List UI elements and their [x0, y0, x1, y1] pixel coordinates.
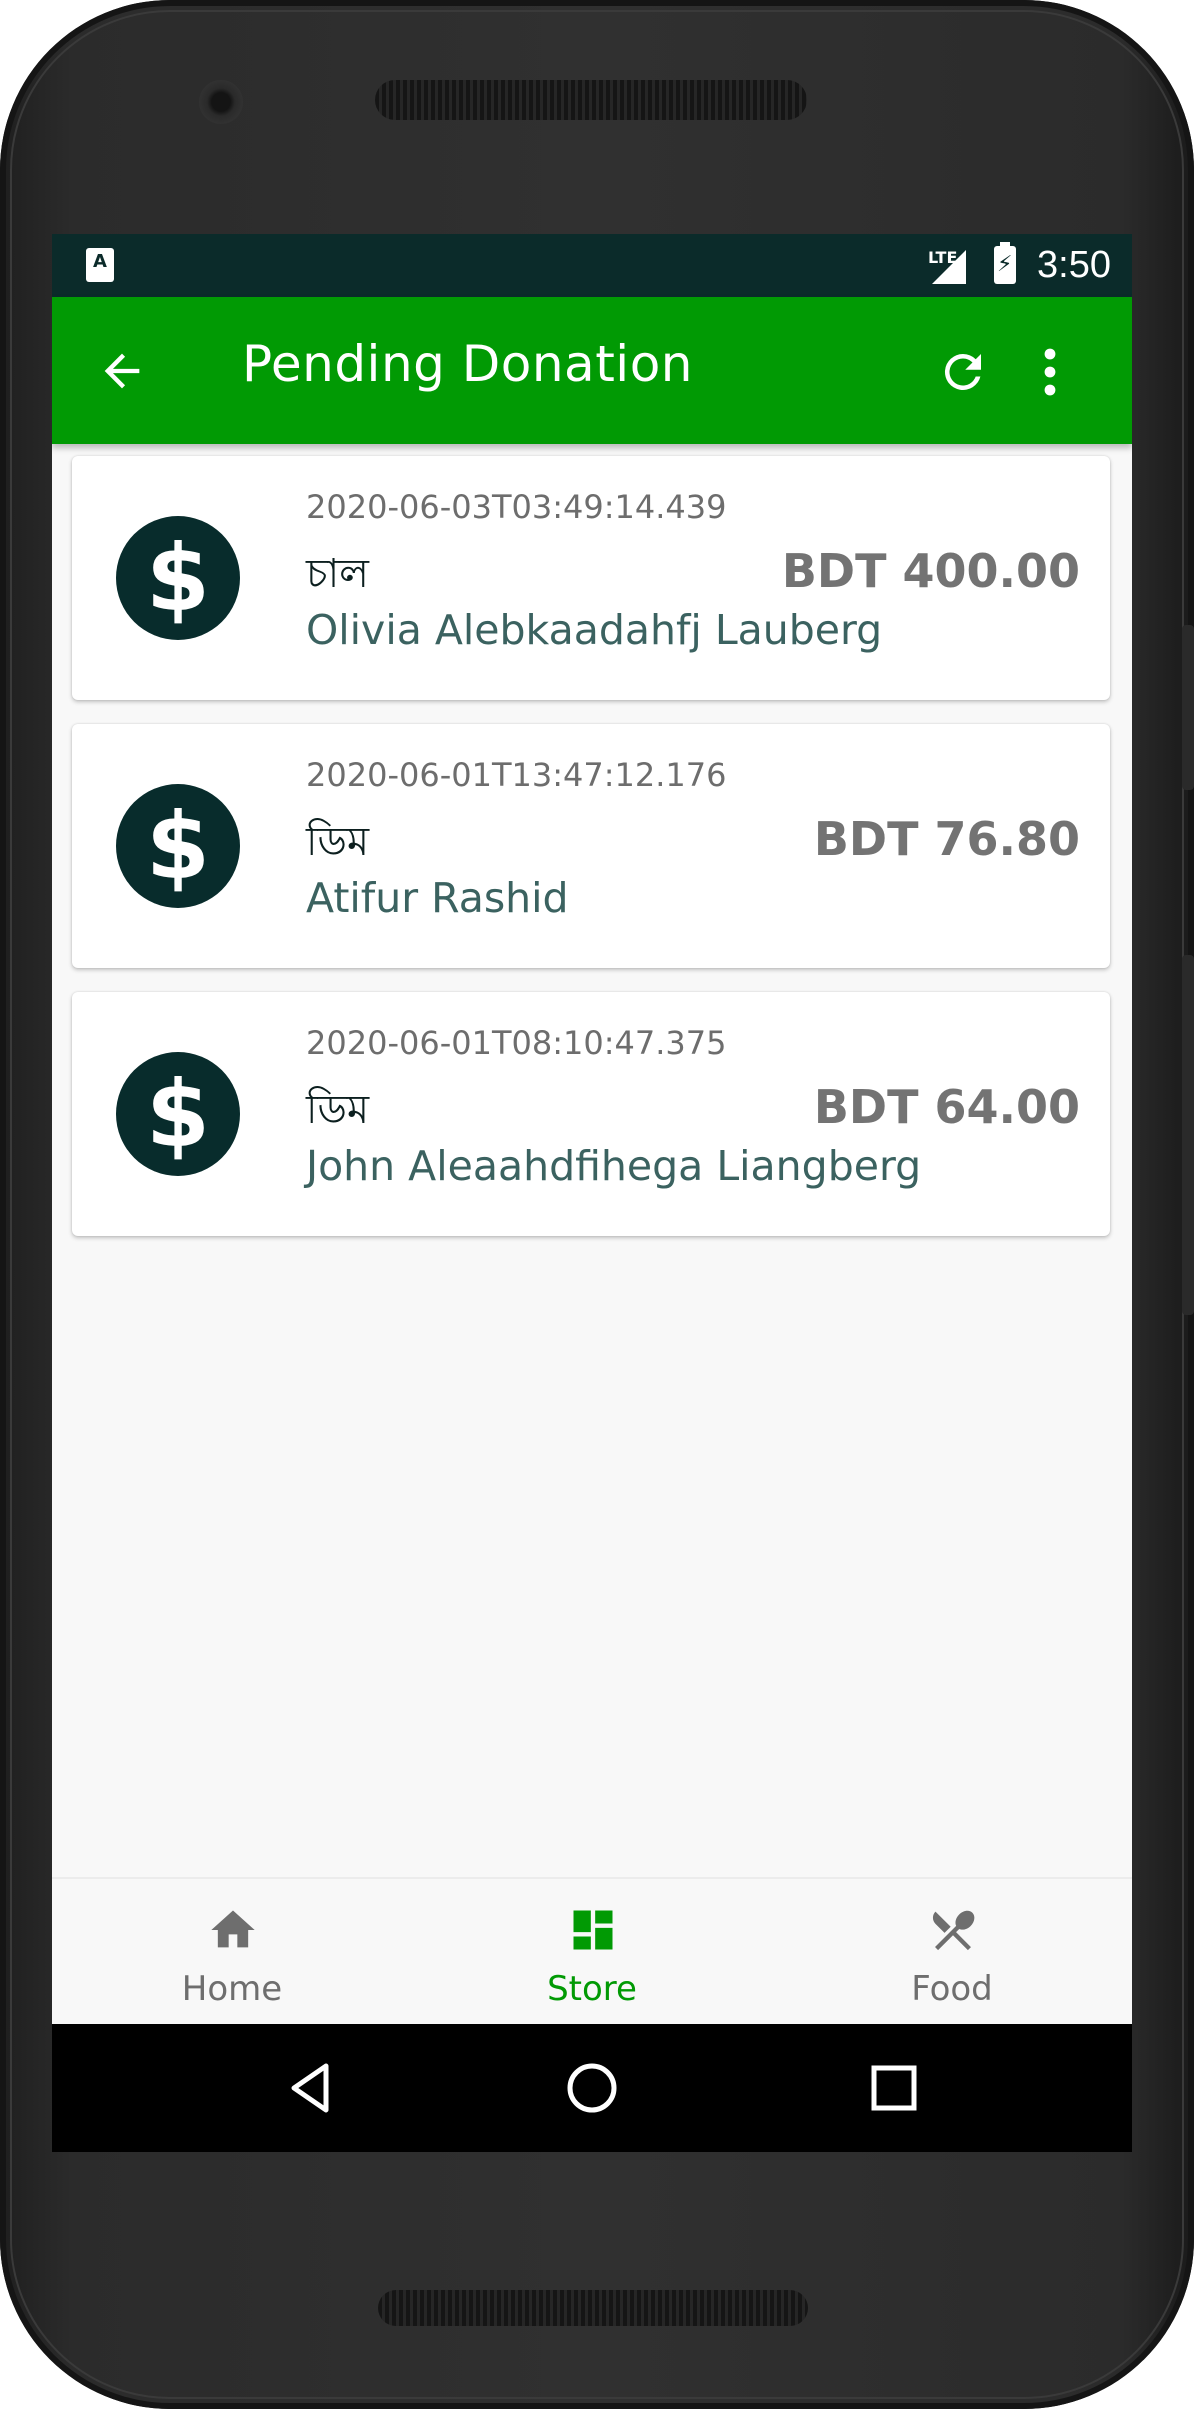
nav-store-label: Store: [547, 1969, 637, 2009]
donation-timestamp: 2020-06-01T08:10:47.375: [306, 1024, 727, 1062]
donation-card[interactable]: $ 2020-06-01T13:47:12.176 ডিম Atifur Ras…: [72, 724, 1110, 968]
donation-card[interactable]: $ 2020-06-03T03:49:14.439 চাল Olivia Ale…: [72, 456, 1110, 700]
donation-item: ডিম: [306, 1087, 370, 1133]
dollar-coin-icon: $: [116, 784, 240, 908]
donation-card[interactable]: $ 2020-06-01T08:10:47.375 ডিম John Aleaa…: [72, 992, 1110, 1236]
bottom-speaker: [378, 2290, 808, 2326]
screen: A LTE ⚡ 3:50 Pending Donation $ 2020-06-…: [52, 234, 1132, 2152]
nav-home-label: Home: [181, 1969, 283, 2009]
bottom-navigation: Home Store Food: [52, 1877, 1132, 2026]
status-bar: A LTE ⚡ 3:50: [52, 234, 1132, 297]
refresh-icon[interactable]: [936, 345, 990, 399]
svg-text:$: $: [146, 1061, 210, 1168]
donor-name: Atifur Rashid: [306, 874, 569, 922]
back-arrow-icon[interactable]: [96, 345, 148, 397]
front-camera: [199, 80, 243, 124]
nav-food[interactable]: Food: [772, 1879, 1132, 2026]
svg-text:$: $: [146, 525, 210, 632]
donation-item: চাল: [306, 551, 369, 597]
home-circle-icon[interactable]: [556, 2052, 628, 2124]
donation-amount: BDT 400.00: [781, 544, 1080, 598]
app-bar: Pending Donation: [52, 297, 1132, 444]
back-triangle-icon[interactable]: [274, 2052, 346, 2124]
phone-frame: A LTE ⚡ 3:50 Pending Donation $ 2020-06-…: [0, 0, 1194, 2409]
nav-home[interactable]: Home: [52, 1879, 412, 2026]
page-title: Pending Donation: [242, 335, 693, 393]
earpiece-speaker: [375, 80, 807, 120]
nav-food-label: Food: [911, 1969, 993, 2009]
dollar-coin-icon: $: [116, 1052, 240, 1176]
donation-item: ডিম: [306, 819, 370, 865]
recents-square-icon[interactable]: [858, 2052, 930, 2124]
volume-button: [1182, 625, 1194, 790]
donation-amount: BDT 76.80: [813, 812, 1080, 866]
donor-name: John Aleaahdfihega Liangberg: [306, 1142, 922, 1190]
donor-name: Olivia Alebkaadahfj Lauberg: [306, 606, 883, 654]
signal-icon: [932, 250, 966, 284]
power-button: [1182, 955, 1194, 1315]
fork-spoon-icon: [932, 1910, 975, 1951]
more-vert-icon[interactable]: [1040, 345, 1060, 399]
clock: 3:50: [1037, 244, 1111, 286]
donation-timestamp: 2020-06-01T13:47:12.176: [306, 756, 727, 794]
home-icon: [211, 1910, 255, 1948]
dashboard-icon: [573, 1910, 613, 1950]
charging-icon: ⚡: [997, 252, 1013, 277]
dollar-coin-icon: $: [116, 516, 240, 640]
nav-store[interactable]: Store: [412, 1879, 772, 2026]
notification-icon: A: [86, 248, 114, 282]
system-navigation-bar: [52, 2024, 1132, 2152]
donation-timestamp: 2020-06-03T03:49:14.439: [306, 488, 727, 526]
donation-amount: BDT 64.00: [813, 1080, 1080, 1134]
svg-text:$: $: [146, 793, 210, 900]
